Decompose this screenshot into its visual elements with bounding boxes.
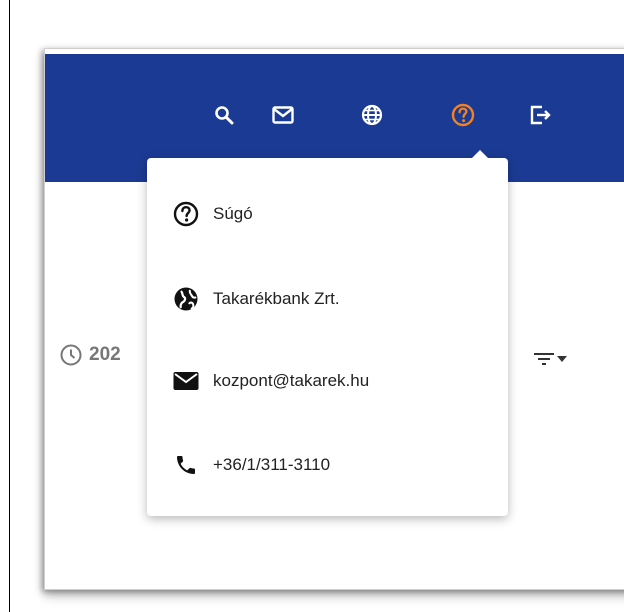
left-border-line — [9, 0, 10, 612]
search-icon[interactable] — [211, 102, 237, 128]
phone-icon — [171, 450, 201, 480]
menu-item-phone[interactable]: +36/1/311-3110 — [171, 448, 330, 482]
date-text: 202 — [89, 344, 121, 365]
menu-item-label: Takarékbank Zrt. — [213, 289, 340, 308]
menu-item-label: Súgó — [213, 204, 253, 223]
clock-icon — [60, 344, 82, 366]
menu-item-help[interactable]: Súgó — [171, 197, 253, 231]
menu-item-label: +36/1/311-3110 — [213, 455, 331, 474]
mail-icon — [171, 366, 201, 396]
logout-icon[interactable] — [527, 102, 553, 128]
help-icon[interactable] — [450, 102, 476, 128]
menu-item-website[interactable]: Takarékbank Zrt. — [171, 282, 340, 316]
help-circle-icon — [171, 199, 201, 229]
filter-button[interactable] — [533, 351, 567, 367]
mail-icon[interactable] — [270, 102, 296, 128]
help-dropdown-menu: Súgó Takarékbank Zrt. kozpont@takarek.hu — [147, 150, 508, 516]
globe-icon[interactable] — [359, 102, 385, 128]
dropdown-pointer — [471, 150, 489, 159]
filter-icon — [534, 353, 554, 365]
caret-down-icon — [557, 356, 567, 362]
menu-item-email[interactable]: kozpont@takarek.hu — [171, 364, 369, 398]
menu-item-label: kozpont@takarek.hu — [213, 371, 370, 390]
globe-icon — [171, 284, 201, 314]
date-display: 202 — [59, 343, 121, 367]
